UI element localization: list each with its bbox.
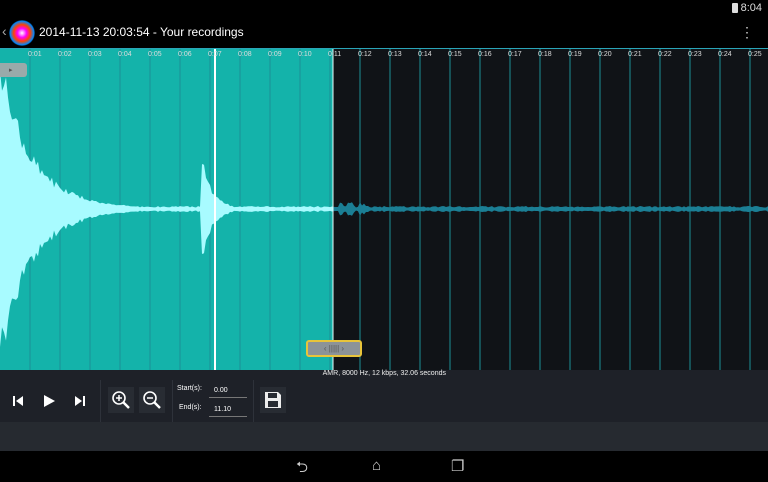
zoom-out-icon (142, 390, 162, 410)
overflow-menu-icon[interactable]: ⋮ (740, 24, 754, 41)
end-label: End(s): (179, 404, 202, 411)
time-tick: 0:08 (238, 51, 252, 58)
back-chevron-icon[interactable]: ‹ (2, 23, 7, 39)
zoom-in-button[interactable] (108, 387, 134, 413)
time-tick: 0:07 (208, 51, 222, 58)
time-tick: 0:05 (148, 51, 162, 58)
end-marker-handle[interactable]: ‹ ||||| › (306, 340, 362, 357)
waveform-canvas[interactable] (0, 49, 768, 371)
time-tick: 0:15 (448, 51, 462, 58)
battery-icon (732, 3, 738, 13)
time-tick: 0:17 (508, 51, 522, 58)
time-tick: 0:20 (598, 51, 612, 58)
time-tick: 0:18 (538, 51, 552, 58)
skip-forward-button[interactable] (70, 390, 90, 412)
time-tick: 0:16 (478, 51, 492, 58)
time-tick: 0:11 (328, 51, 341, 58)
nav-back-icon[interactable]: ⮌ (296, 457, 308, 482)
time-tick: 0:03 (88, 51, 102, 58)
divider (100, 380, 101, 422)
navigation-bar: ⮌ ⌂ ❐ (0, 451, 768, 480)
audio-info: AMR, 8000 Hz, 12 kbps, 32.06 seconds (0, 370, 768, 380)
zoom-out-button[interactable] (139, 387, 165, 413)
skip-forward-icon (74, 395, 86, 407)
play-icon (42, 394, 56, 408)
end-input[interactable]: 11.10 (209, 405, 247, 417)
app-logo-icon[interactable] (9, 20, 35, 46)
save-icon (263, 390, 283, 410)
play-button[interactable] (38, 390, 60, 412)
time-tick: 0:10 (298, 51, 312, 58)
clock: 8:04 (741, 2, 762, 14)
controls-bar: Start(s): 0.00 End(s): 11.10 (0, 380, 768, 422)
time-tick: 0:01 (28, 51, 42, 58)
time-tick: 0:21 (628, 51, 642, 58)
skip-back-button[interactable] (8, 390, 28, 412)
time-tick: 0:12 (358, 51, 372, 58)
page-title: 2014-11-13 20:03:54 - Your recordings (39, 25, 244, 39)
skip-back-icon (12, 395, 24, 407)
action-bar: ‹ 2014-11-13 20:03:54 - Your recordings … (0, 16, 768, 48)
time-tick: 0:14 (418, 51, 432, 58)
time-tick: 0:23 (688, 51, 702, 58)
time-tick: 0:09 (268, 51, 282, 58)
time-tick: 0:02 (58, 51, 72, 58)
nav-home-icon[interactable]: ⌂ (372, 457, 381, 474)
start-input[interactable]: 0.00 (209, 386, 247, 398)
start-marker-handle[interactable]: ▸ (0, 63, 27, 77)
status-bar: 8:04 (0, 0, 768, 16)
time-tick: 0:25 (748, 51, 762, 58)
start-label: Start(s): (177, 385, 202, 392)
waveform-view[interactable]: 0:01 0:02 0:03 0:04 0:05 0:06 0:07 0:08 0:09 0:10… (0, 48, 768, 370)
time-tick: 0:13 (388, 51, 402, 58)
nav-recents-icon[interactable]: ❐ (451, 457, 464, 475)
time-tick: 0:04 (118, 51, 132, 58)
zoom-in-icon (111, 390, 131, 410)
divider (253, 380, 254, 422)
time-tick: 0:06 (178, 51, 192, 58)
bottom-panel (0, 422, 768, 451)
save-button[interactable] (260, 387, 286, 413)
time-tick: 0:24 (718, 51, 732, 58)
time-tick: 0:19 (568, 51, 582, 58)
divider (172, 380, 173, 422)
time-tick: 0:22 (658, 51, 672, 58)
